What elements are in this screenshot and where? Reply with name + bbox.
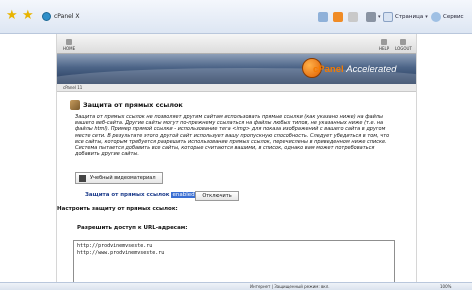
breadcrumb-bar: cPanel 11 xyxy=(57,84,416,92)
page-icon xyxy=(383,11,393,22)
home-button[interactable] xyxy=(318,10,328,23)
video-icon xyxy=(79,174,86,182)
browser-toolbar: ★ ★ cPanel X ▾ Страница ▾ Сервис xyxy=(0,0,472,34)
status-badge: enabled xyxy=(171,192,196,198)
video-tutorial-button[interactable]: Учебный видеоматериал xyxy=(75,172,163,184)
nav-logout[interactable]: LOGOUT xyxy=(395,39,412,51)
cpanel-page: HOME HELP LOGOUT cPanel Accelerated cPan… xyxy=(56,34,417,290)
page-button[interactable]: Страница ▾ xyxy=(383,10,428,23)
hotlink-protection-section: Защита от прямых ссылок Защита от прямых… xyxy=(57,92,416,290)
disable-button[interactable]: Отключить xyxy=(195,191,239,201)
config-heading: Настроить защиту от прямых ссылок: xyxy=(57,206,178,212)
protection-status: Защита от прямых ссылок enabled xyxy=(85,192,196,198)
service-label: Сервис xyxy=(443,13,464,20)
home-icon xyxy=(318,11,328,22)
video-tutorial-label: Учебный видеоматериал xyxy=(90,175,156,181)
cpanel-topbar: HOME HELP LOGOUT xyxy=(57,34,416,54)
service-gear-icon xyxy=(431,11,441,22)
nav-home[interactable]: HOME xyxy=(63,39,75,51)
feeds-button[interactable] xyxy=(333,10,343,23)
security-zone: Интернет | Защищенный режим: вкл. xyxy=(250,284,330,289)
feeds-icon xyxy=(333,11,343,22)
help-nav-icon xyxy=(381,39,388,45)
page-dropdown-icon: ▾ xyxy=(425,13,428,20)
url-line: http://www.prodvinemvseste.ru xyxy=(77,249,165,256)
status-label: Защита от прямых ссылок xyxy=(85,192,170,198)
zoom-level[interactable]: 100% xyxy=(440,284,451,289)
logo-brand: cPanel xyxy=(313,64,344,75)
service-button[interactable]: Сервис xyxy=(431,10,464,23)
nav-home-label: HOME xyxy=(63,46,76,51)
nav-logout-label: LOGOUT xyxy=(395,46,412,51)
home-nav-icon xyxy=(66,39,73,45)
print-button[interactable]: ▾ xyxy=(366,10,381,23)
page-title-block: Защита от прямых ссылок xyxy=(70,100,183,110)
hotlink-protection-icon xyxy=(70,100,80,110)
logout-nav-icon xyxy=(400,39,407,45)
page-description: Защита от прямых ссылок не позволяет дру… xyxy=(75,114,390,158)
nav-help-label: HELP xyxy=(379,46,390,51)
print-dropdown-icon[interactable]: ▾ xyxy=(378,14,381,20)
page-label: Страница xyxy=(395,13,424,20)
favorites-star-icon[interactable]: ★ xyxy=(6,9,18,22)
page-title: Защита от прямых ссылок xyxy=(83,101,183,109)
logo-suffix: Accelerated xyxy=(346,64,397,75)
mail-icon xyxy=(348,11,358,22)
cpanel-favicon-icon xyxy=(42,12,51,21)
browser-tab[interactable]: cPanel X xyxy=(42,8,80,25)
mail-button[interactable] xyxy=(348,10,358,23)
cpanel-logo: cPanel Accelerated xyxy=(313,64,396,75)
add-favorites-icon[interactable]: ★ xyxy=(22,9,34,22)
allowed-urls-label: Разрешить доступ к URL-адресам: xyxy=(77,225,188,231)
browser-statusbar: Интернет | Защищенный режим: вкл. 100% xyxy=(0,282,472,290)
breadcrumb[interactable]: cPanel 11 xyxy=(63,85,82,90)
print-icon xyxy=(366,11,376,22)
cpanel-banner: cPanel Accelerated xyxy=(57,54,416,84)
tab-title: cPanel X xyxy=(54,13,80,20)
nav-help[interactable]: HELP xyxy=(379,39,389,51)
